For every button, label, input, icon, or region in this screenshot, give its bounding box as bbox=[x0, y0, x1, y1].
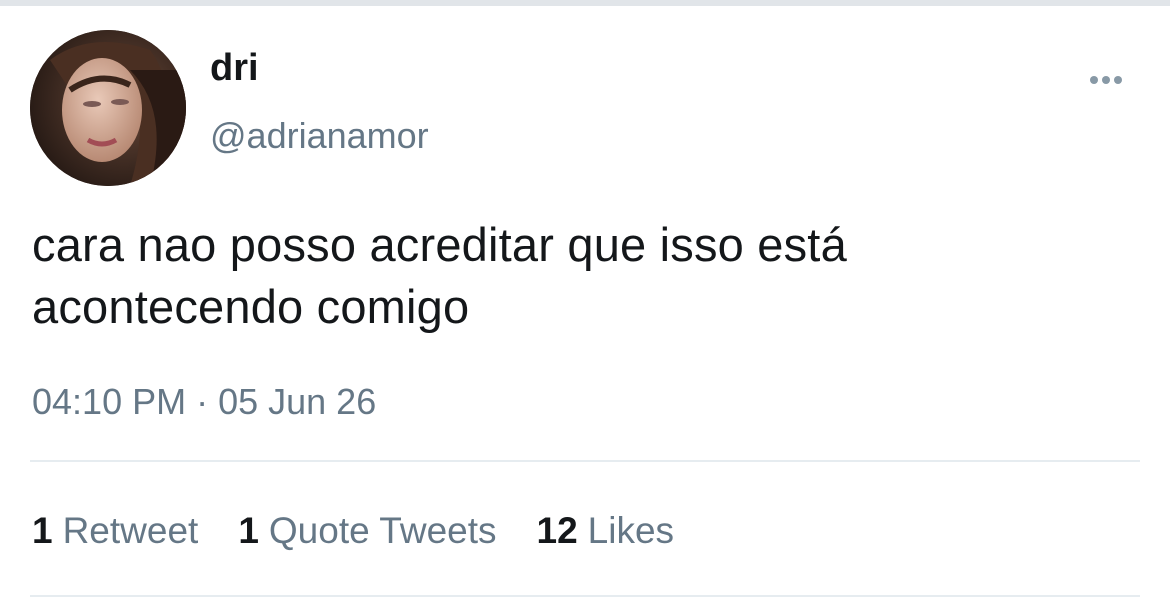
tweet-text-line: acontecendo comigo bbox=[32, 280, 470, 333]
like-count: 12 bbox=[536, 510, 578, 551]
more-horizontal-icon-dot bbox=[1102, 76, 1110, 84]
quote-tweet-count: 1 bbox=[238, 510, 259, 551]
retweet-count: 1 bbox=[32, 510, 53, 551]
retweet-label: Retweet bbox=[62, 510, 199, 551]
avatar[interactable] bbox=[30, 30, 186, 186]
more-options-button[interactable] bbox=[1082, 62, 1130, 98]
retweets-stat[interactable]: 1 Retweet bbox=[32, 508, 198, 554]
tweet-stats: 1 Retweet 1 Quote Tweets 12 Likes bbox=[32, 508, 714, 554]
likes-stat[interactable]: 12 Likes bbox=[537, 508, 675, 554]
tweet-text-line: cara nao posso acreditar que isso está bbox=[32, 218, 847, 271]
display-name[interactable]: dri bbox=[210, 46, 259, 90]
quote-tweet-label: Quote Tweets bbox=[268, 510, 497, 551]
like-label: Likes bbox=[587, 510, 675, 551]
divider bbox=[30, 460, 1140, 462]
more-horizontal-icon bbox=[1090, 76, 1098, 84]
top-border bbox=[0, 0, 1170, 6]
quote-tweets-stat[interactable]: 1 Quote Tweets bbox=[238, 508, 496, 554]
more-horizontal-icon-dot bbox=[1114, 76, 1122, 84]
user-handle[interactable]: @adrianamor bbox=[210, 114, 429, 158]
avatar-image bbox=[30, 30, 186, 186]
tweet-text: cara nao posso acreditar que isso está a… bbox=[32, 214, 1132, 338]
tweet-timestamp[interactable]: 04:10 PM · 05 Jun 26 bbox=[32, 380, 376, 424]
